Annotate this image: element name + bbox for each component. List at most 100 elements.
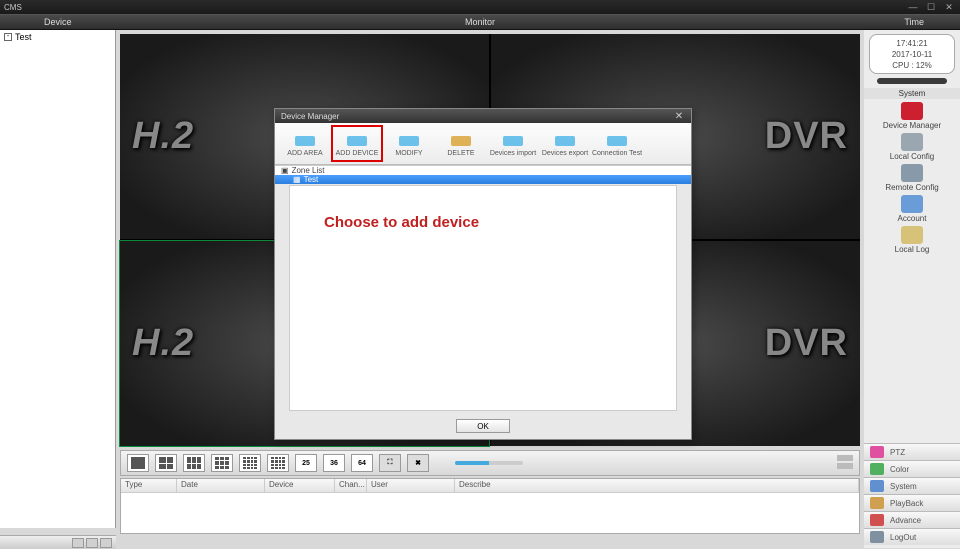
grid-1-button[interactable]: [127, 454, 149, 472]
toolbar-label: MODIFY: [395, 150, 422, 157]
grid-36-button[interactable]: 36: [323, 454, 345, 472]
logout-icon: [870, 531, 884, 543]
tab-label: PTZ: [890, 448, 905, 457]
toolbar-icon: [447, 131, 475, 149]
cell-logo-left: H.2: [132, 115, 194, 158]
toolbar-icon: [603, 131, 631, 149]
add-device-button[interactable]: ADD DEVICE: [331, 125, 383, 162]
th-date[interactable]: Date: [177, 479, 265, 492]
grid-16b-button[interactable]: [267, 454, 289, 472]
tree-root-item[interactable]: - Test: [0, 30, 115, 44]
modify-button[interactable]: MODIFY: [383, 125, 435, 162]
tab-color[interactable]: Color: [864, 460, 960, 477]
topbar-device-label: Device: [44, 17, 72, 27]
toolbar-label: Devices export: [542, 150, 588, 157]
bottom-status-bar: [0, 535, 116, 549]
close-button[interactable]: ✕: [942, 2, 956, 12]
fullscreen-button[interactable]: ⛶: [379, 454, 401, 472]
volume-slider[interactable]: [455, 461, 523, 465]
cpu-text: CPU : 12%: [870, 60, 954, 71]
system-item-local-config[interactable]: Local Config: [883, 133, 941, 161]
system-icon: [901, 133, 923, 151]
add-area-button[interactable]: ADD AREA: [279, 125, 331, 162]
system-icon: [901, 102, 923, 120]
system-item-device-manager[interactable]: Device Manager: [883, 102, 941, 130]
time-box: 17:41:21 2017-10-11 CPU : 12%: [869, 34, 955, 74]
tab-label: System: [890, 482, 917, 491]
toolbar-label: Devices import: [490, 150, 536, 157]
tab-ptz[interactable]: PTZ: [864, 443, 960, 460]
tab-label: LogOut: [890, 533, 916, 542]
toolbar-icon: [499, 131, 527, 149]
tab-logout[interactable]: LogOut: [864, 528, 960, 545]
system-item-account[interactable]: Account: [883, 195, 941, 223]
ptz-icon: [870, 446, 884, 458]
app-title: CMS: [4, 3, 22, 12]
grid-64-button[interactable]: 64: [351, 454, 373, 472]
toolbar-icon: [395, 131, 423, 149]
dialog-titlebar: Device Manager ✕: [275, 109, 691, 123]
dialog-close-button[interactable]: ✕: [673, 111, 685, 121]
device-icon: ▦: [293, 175, 301, 184]
add-device-hint: Choose to add device: [324, 214, 479, 231]
system-item-remote-config[interactable]: Remote Config: [883, 164, 941, 192]
zone-list-label: Zone List: [292, 166, 325, 175]
tab-system[interactable]: System: [864, 477, 960, 494]
th-user[interactable]: User: [367, 479, 455, 492]
tab-playback[interactable]: PlayBack: [864, 494, 960, 511]
toolbar-label: Connection Test: [592, 150, 642, 157]
topbar-monitor-label: Monitor: [465, 17, 495, 27]
status-icon-1[interactable]: [72, 538, 84, 548]
view-toolbar: 25 36 64 ⛶ ✖: [120, 450, 860, 476]
log-table: Type Date Device Chan... User Describe: [120, 478, 860, 534]
status-icon-2[interactable]: [86, 538, 98, 548]
scale-control[interactable]: [837, 455, 853, 471]
grid-25-button[interactable]: 25: [295, 454, 317, 472]
toolbar-label: ADD AREA: [287, 150, 322, 157]
maximize-button[interactable]: ☐: [924, 2, 938, 12]
toolbar-icon: [343, 131, 371, 149]
zone-list-root[interactable]: ▣ Zone List: [275, 166, 691, 175]
date-text: 2017-10-11: [870, 49, 954, 60]
snapshot-button[interactable]: ✖: [407, 454, 429, 472]
clock-text: 17:41:21: [870, 38, 954, 49]
color-icon: [870, 463, 884, 475]
system-icon: [870, 480, 884, 492]
grid-4-button[interactable]: [155, 454, 177, 472]
grid-6-button[interactable]: [183, 454, 205, 472]
cell-logo-right: DVR: [765, 322, 848, 365]
th-channel[interactable]: Chan...: [335, 479, 367, 492]
dialog-title: Device Manager: [281, 112, 339, 121]
minimize-button[interactable]: —: [906, 2, 920, 12]
connection-test-button[interactable]: Connection Test: [591, 125, 643, 162]
advance-icon: [870, 514, 884, 526]
th-describe[interactable]: Describe: [455, 479, 859, 492]
system-header: System: [864, 88, 960, 99]
th-type[interactable]: Type: [121, 479, 177, 492]
topbar-time-label: Time: [904, 17, 924, 27]
toolbar-label: ADD DEVICE: [336, 150, 379, 157]
system-label: Remote Config: [885, 183, 938, 192]
folder-icon: ▣: [281, 166, 289, 175]
right-tabs: PTZ Color System PlayBack Advance LogOut: [864, 443, 960, 545]
devices-import-button[interactable]: Devices import: [487, 125, 539, 162]
cell-logo-right: DVR: [765, 115, 848, 158]
tab-label: Advance: [890, 516, 921, 525]
devices-export-button[interactable]: Devices export: [539, 125, 591, 162]
delete-button[interactable]: DELETE: [435, 125, 487, 162]
grid-16-button[interactable]: [239, 454, 261, 472]
system-label: Account: [898, 214, 927, 223]
system-label: Device Manager: [883, 121, 941, 130]
system-label: Local Log: [895, 245, 930, 254]
tab-advance[interactable]: Advance: [864, 511, 960, 528]
table-header: Type Date Device Chan... User Describe: [121, 479, 859, 493]
status-icon-3[interactable]: [100, 538, 112, 548]
zone-child-label: Test: [304, 175, 319, 184]
th-device[interactable]: Device: [265, 479, 335, 492]
system-item-local-log[interactable]: Local Log: [883, 226, 941, 254]
ok-button[interactable]: OK: [456, 419, 510, 433]
zone-child-selected[interactable]: ▦ Test: [275, 175, 691, 184]
grid-9-button[interactable]: [211, 454, 233, 472]
tree-expand-icon[interactable]: -: [4, 33, 12, 41]
device-tree-panel: - Test: [0, 30, 116, 528]
